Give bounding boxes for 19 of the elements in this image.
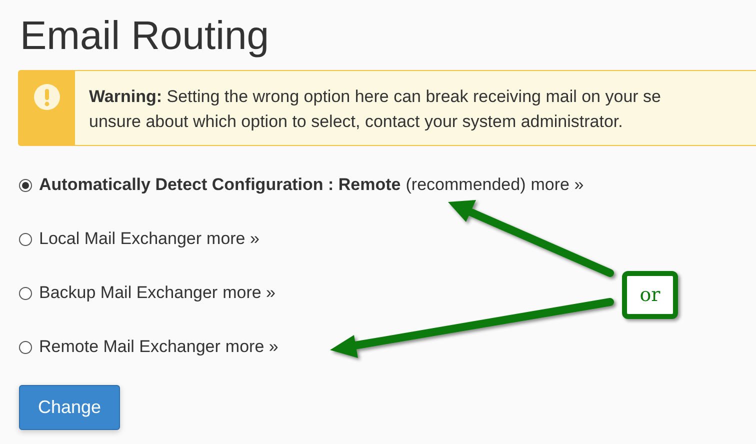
warning-text: unsure about which option to select, contact your system administrator. — [89, 111, 623, 133]
option-label[interactable]: Backup Mail Exchanger — [39, 281, 218, 305]
annotation-label: or — [622, 271, 678, 319]
page-title: Email Routing — [19, 13, 270, 60]
change-button[interactable]: Change — [19, 385, 120, 430]
option-label[interactable]: Remote Mail Exchanger — [39, 335, 220, 359]
more-link[interactable]: more » — [225, 335, 278, 359]
more-link[interactable]: more » — [206, 227, 260, 251]
exclamation-icon — [33, 83, 61, 111]
radio-button[interactable] — [19, 232, 32, 246]
option-label[interactable]: Automatically Detect Configuration : Remote — [39, 173, 401, 197]
radio-button[interactable] — [19, 286, 32, 300]
option-label[interactable]: Local Mail Exchanger — [39, 227, 202, 251]
radio-button[interactable] — [19, 340, 32, 354]
radio-button[interactable] — [19, 178, 32, 192]
more-link[interactable]: more » — [222, 281, 276, 305]
option-note: (recommended) — [406, 174, 526, 196]
warning-text: Warning: Setting the wrong option here can break receiving mail on your se — [89, 86, 661, 108]
more-link[interactable]: more » — [530, 173, 584, 197]
